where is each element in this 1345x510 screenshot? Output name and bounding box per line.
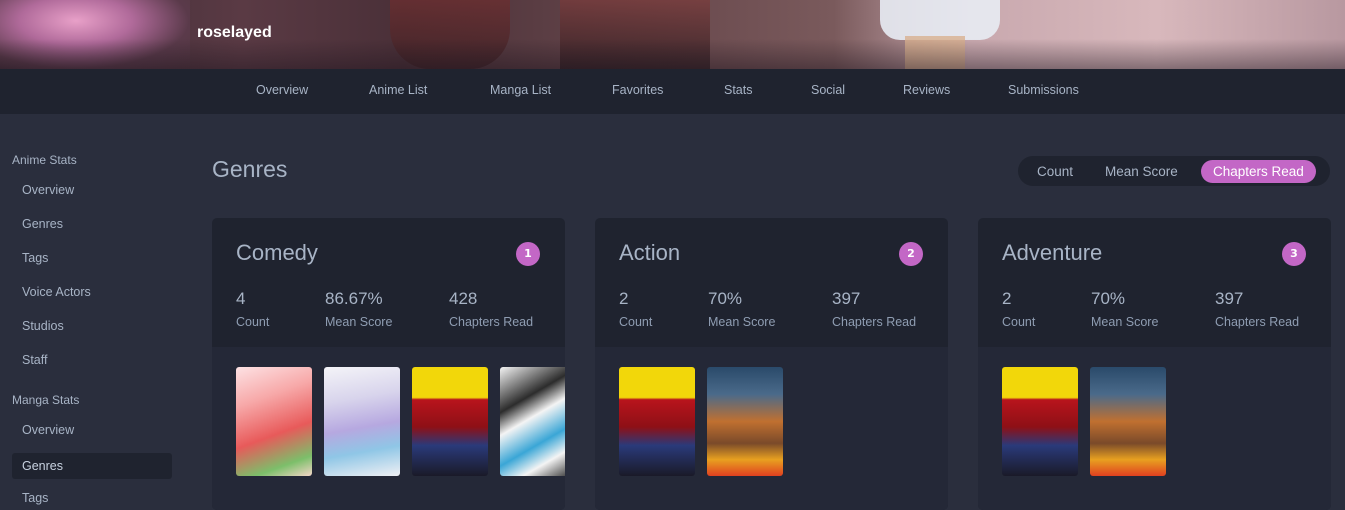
nav-reviews[interactable]: Reviews (903, 83, 950, 97)
stat-chapters-read-label: Chapters Read (1215, 315, 1300, 329)
stat-count-label: Count (1002, 315, 1036, 329)
stat-chapters-read-value: 397 (1215, 289, 1244, 308)
stat-chapters-read-label: Chapters Read (449, 315, 534, 329)
genre-name[interactable]: Comedy (236, 240, 318, 266)
profile-nav: Overview Anime List Manga List Favorites… (0, 69, 1345, 114)
nav-submissions[interactable]: Submissions (1008, 83, 1079, 97)
stat-mean-score-value: 70% (1091, 289, 1126, 308)
stat-mean-score-value: 70% (708, 289, 743, 308)
stat-mean-score-label: Mean Score (1091, 315, 1159, 329)
sidebar-item-manga-overview[interactable]: Overview (12, 417, 172, 443)
manga-cover[interactable] (1002, 367, 1078, 476)
nav-stats[interactable]: Stats (724, 83, 753, 97)
nav-anime-list[interactable]: Anime List (369, 83, 427, 97)
manga-cover[interactable] (619, 367, 695, 476)
manga-cover[interactable] (236, 367, 312, 476)
genre-name[interactable]: Adventure (1002, 240, 1102, 266)
nav-favorites[interactable]: Favorites (612, 83, 663, 97)
stat-chapters-read-value: 428 (449, 289, 478, 308)
stat-mean-score-value: 86.67% (325, 289, 383, 308)
stat-count-value: 4 (236, 289, 246, 308)
sidebar-item-voice-actors[interactable]: Voice Actors (12, 279, 172, 305)
sidebar-item-studios[interactable]: Studios (12, 313, 172, 339)
stat-count-label: Count (236, 315, 270, 329)
manga-cover[interactable] (707, 367, 783, 476)
toggle-mean-score[interactable]: Mean Score (1105, 160, 1178, 183)
toggle-count[interactable]: Count (1037, 160, 1073, 183)
manga-cover[interactable] (500, 367, 565, 476)
sidebar-heading-anime: Anime Stats (12, 153, 77, 167)
nav-overview[interactable]: Overview (256, 83, 308, 97)
manga-cover[interactable] (324, 367, 400, 476)
sidebar-heading-manga: Manga Stats (12, 393, 80, 407)
manga-cover[interactable] (412, 367, 488, 476)
stat-count-value: 2 (1002, 289, 1012, 308)
toggle-chapters-read[interactable]: Chapters Read (1201, 160, 1316, 183)
genre-card-adventure: Adventure 3 2 Count 70% Mean Score 397 C… (978, 218, 1331, 510)
sidebar-item-anime-tags[interactable]: Tags (12, 245, 172, 271)
username[interactable]: roselayed (197, 24, 272, 42)
rank-badge: 1 (516, 242, 540, 266)
genre-card-action: Action 2 2 Count 70% Mean Score 397 Chap… (595, 218, 948, 510)
sidebar-item-staff[interactable]: Staff (12, 347, 172, 373)
sidebar-item-manga-tags[interactable]: Tags (12, 485, 172, 510)
stat-count-label: Count (619, 315, 653, 329)
sort-toggle: Count Mean Score Chapters Read (1018, 156, 1330, 186)
genre-card-comedy: Comedy 1 4 Count 86.67% Mean Score 428 C… (212, 218, 565, 510)
manga-cover[interactable] (1090, 367, 1166, 476)
nav-manga-list[interactable]: Manga List (490, 83, 551, 97)
stat-mean-score-label: Mean Score (708, 315, 776, 329)
nav-social[interactable]: Social (811, 83, 845, 97)
stat-mean-score-label: Mean Score (325, 315, 393, 329)
page-title: Genres (212, 156, 288, 182)
rank-badge: 2 (899, 242, 923, 266)
stat-count-value: 2 (619, 289, 629, 308)
stat-chapters-read-value: 397 (832, 289, 861, 308)
genre-name[interactable]: Action (619, 240, 680, 266)
sidebar-item-manga-genres[interactable]: Genres (12, 453, 172, 479)
sidebar-item-anime-overview[interactable]: Overview (12, 177, 172, 203)
sidebar-item-anime-genres[interactable]: Genres (12, 211, 172, 237)
stat-chapters-read-label: Chapters Read (832, 315, 917, 329)
rank-badge: 3 (1282, 242, 1306, 266)
